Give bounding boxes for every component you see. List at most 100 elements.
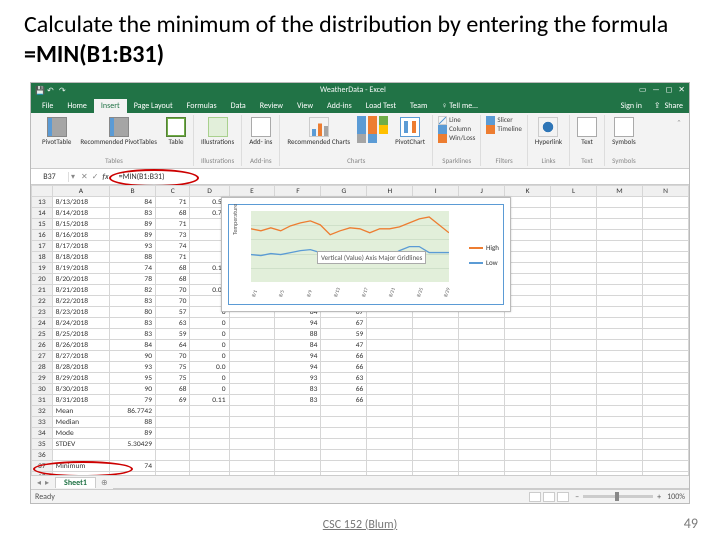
cell[interactable] bbox=[413, 362, 459, 373]
cell[interactable]: 8/21/2018 bbox=[52, 285, 109, 296]
cell[interactable]: 70 bbox=[156, 285, 190, 296]
row-header[interactable]: 29 bbox=[32, 373, 53, 384]
cell[interactable]: 0 bbox=[190, 340, 229, 351]
cell[interactable]: 88 bbox=[110, 417, 156, 428]
cell[interactable] bbox=[459, 450, 505, 461]
col-header[interactable]: C bbox=[156, 186, 190, 197]
cell[interactable] bbox=[597, 230, 643, 241]
table-row[interactable]: 34Mode89 bbox=[32, 428, 689, 439]
redo-icon[interactable]: ↷ bbox=[59, 86, 67, 94]
tab-file[interactable]: File bbox=[35, 99, 60, 113]
cell[interactable] bbox=[642, 428, 688, 439]
cell[interactable] bbox=[367, 362, 413, 373]
row-header[interactable]: 17 bbox=[32, 241, 53, 252]
cell[interactable] bbox=[505, 428, 551, 439]
cell[interactable] bbox=[229, 461, 275, 472]
row-header[interactable]: 37 bbox=[32, 461, 53, 472]
cell[interactable] bbox=[229, 351, 275, 362]
row-header[interactable]: 30 bbox=[32, 384, 53, 395]
cancel-formula-icon[interactable]: ✕ bbox=[81, 172, 88, 182]
cell[interactable] bbox=[52, 472, 109, 476]
worksheet-area[interactable]: ABCDEFGHIJKLMN 138/13/201884710.52148/14… bbox=[31, 185, 689, 475]
cell[interactable] bbox=[505, 307, 551, 318]
maximize-icon[interactable]: ◻ bbox=[666, 85, 673, 95]
cell[interactable]: 0.11 bbox=[190, 395, 229, 406]
cell[interactable]: 8/22/2018 bbox=[52, 296, 109, 307]
cell[interactable] bbox=[642, 373, 688, 384]
cell[interactable] bbox=[229, 428, 275, 439]
cell[interactable] bbox=[229, 373, 275, 384]
cell[interactable]: 83 bbox=[110, 296, 156, 307]
cell[interactable] bbox=[551, 384, 597, 395]
cell[interactable]: 83 bbox=[275, 384, 321, 395]
close-icon[interactable]: ✕ bbox=[678, 85, 685, 95]
cell[interactable] bbox=[642, 230, 688, 241]
tab-loadtest[interactable]: Load Test bbox=[359, 99, 403, 113]
cell[interactable]: 8/27/2018 bbox=[52, 351, 109, 362]
cell[interactable] bbox=[367, 329, 413, 340]
cell[interactable] bbox=[597, 252, 643, 263]
cell[interactable] bbox=[505, 439, 551, 450]
cell[interactable] bbox=[413, 450, 459, 461]
cell[interactable] bbox=[459, 351, 505, 362]
cell[interactable] bbox=[413, 417, 459, 428]
cell[interactable] bbox=[505, 285, 551, 296]
cell[interactable] bbox=[597, 472, 643, 476]
zoom-in-button[interactable]: + bbox=[657, 492, 661, 502]
cell[interactable]: 95 bbox=[110, 373, 156, 384]
cell[interactable] bbox=[229, 450, 275, 461]
sheet-nav-next-icon[interactable]: ▸ bbox=[45, 478, 49, 488]
table-row[interactable]: 318/31/201879690.118366 bbox=[32, 395, 689, 406]
cell[interactable] bbox=[551, 417, 597, 428]
tab-view[interactable]: View bbox=[290, 99, 320, 113]
row-header[interactable]: 38 bbox=[32, 472, 53, 476]
sheet-tab-active[interactable]: Sheet1 bbox=[55, 477, 96, 488]
collapse-ribbon-icon[interactable]: ˆ bbox=[673, 115, 685, 166]
cell[interactable] bbox=[275, 406, 321, 417]
cell[interactable] bbox=[190, 450, 229, 461]
cell[interactable] bbox=[597, 219, 643, 230]
cell[interactable] bbox=[642, 219, 688, 230]
cell[interactable] bbox=[642, 208, 688, 219]
cell[interactable] bbox=[551, 450, 597, 461]
table-row[interactable]: 248/24/2018836309467 bbox=[32, 318, 689, 329]
cell[interactable]: 90 bbox=[110, 384, 156, 395]
cell[interactable] bbox=[413, 329, 459, 340]
cell[interactable]: 89 bbox=[110, 428, 156, 439]
table-row[interactable]: 38 bbox=[32, 472, 689, 476]
fx-icon[interactable]: fx bbox=[102, 172, 108, 182]
row-header[interactable]: 24 bbox=[32, 318, 53, 329]
cell[interactable] bbox=[597, 263, 643, 274]
cell[interactable] bbox=[156, 461, 190, 472]
cell[interactable]: 93 bbox=[110, 362, 156, 373]
col-header[interactable]: B bbox=[110, 186, 156, 197]
cell[interactable]: Minimum bbox=[52, 461, 109, 472]
pivottable-button[interactable]: PivotTable bbox=[40, 116, 73, 146]
cell[interactable] bbox=[642, 450, 688, 461]
cell[interactable]: 8/31/2018 bbox=[52, 395, 109, 406]
cell[interactable] bbox=[459, 428, 505, 439]
cell[interactable] bbox=[190, 439, 229, 450]
cell[interactable] bbox=[367, 395, 413, 406]
cell[interactable] bbox=[229, 472, 275, 476]
cell[interactable]: 8/26/2018 bbox=[52, 340, 109, 351]
cell[interactable] bbox=[156, 428, 190, 439]
cell[interactable]: 64 bbox=[156, 340, 190, 351]
row-header[interactable]: 13 bbox=[32, 197, 53, 208]
cell[interactable] bbox=[551, 461, 597, 472]
cell[interactable] bbox=[156, 439, 190, 450]
formula-bar[interactable]: =MIN(B1:B31) bbox=[113, 172, 689, 182]
cell[interactable]: 0 bbox=[190, 329, 229, 340]
cell[interactable]: 79 bbox=[110, 395, 156, 406]
zoom-out-button[interactable]: – bbox=[575, 492, 579, 502]
cell[interactable] bbox=[367, 318, 413, 329]
cell[interactable] bbox=[459, 395, 505, 406]
cell[interactable]: 88 bbox=[110, 252, 156, 263]
cell[interactable] bbox=[505, 197, 551, 208]
col-header[interactable]: A bbox=[52, 186, 109, 197]
cell[interactable] bbox=[413, 406, 459, 417]
cell[interactable]: 8/20/2018 bbox=[52, 274, 109, 285]
cell[interactable]: 90 bbox=[110, 351, 156, 362]
cell[interactable]: 94 bbox=[275, 362, 321, 373]
cell[interactable] bbox=[413, 340, 459, 351]
